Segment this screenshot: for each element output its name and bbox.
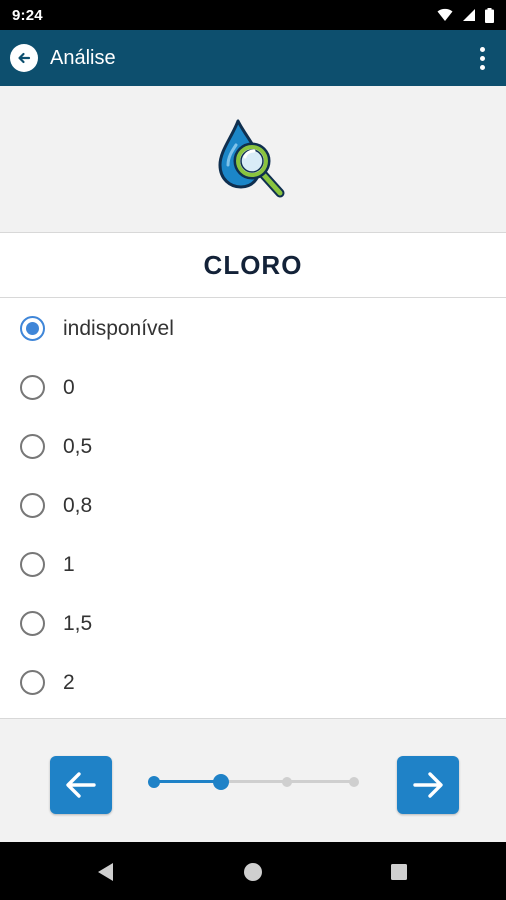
option-2[interactable]: 2 xyxy=(0,653,506,712)
option-label: indisponível xyxy=(63,316,174,340)
radio-button[interactable] xyxy=(20,493,45,518)
triangle-back-icon xyxy=(98,863,113,881)
back-button[interactable] xyxy=(10,44,38,72)
radio-button[interactable] xyxy=(20,611,45,636)
more-vert-icon xyxy=(479,46,485,52)
page-title: Análise xyxy=(50,46,116,69)
options-list: indisponível 0 0,5 0,8 1 1,5 2 xyxy=(0,298,506,718)
system-recents-button[interactable] xyxy=(387,860,411,884)
option-0-8[interactable]: 0,8 xyxy=(0,476,506,535)
option-0[interactable]: 0 xyxy=(0,358,506,417)
next-button[interactable] xyxy=(397,756,459,814)
option-label: 0 xyxy=(63,375,75,399)
water-drop-magnifier-icon xyxy=(218,119,285,198)
progress-step xyxy=(349,776,359,787)
option-label: 0,8 xyxy=(63,493,93,517)
option-1[interactable]: 1 xyxy=(0,535,506,594)
status-icons xyxy=(437,7,494,23)
option-indisponivel[interactable]: indisponível xyxy=(0,299,506,358)
battery-icon xyxy=(485,7,494,23)
arrow-right-icon xyxy=(413,772,443,798)
wifi-icon xyxy=(437,8,453,21)
circle-home-icon xyxy=(244,863,262,881)
arrow-left-icon xyxy=(66,772,96,798)
progress-step-current xyxy=(212,773,229,790)
question-title: CLORO xyxy=(203,249,303,280)
radio-button[interactable] xyxy=(20,552,45,577)
option-1-5[interactable]: 1,5 xyxy=(0,594,506,653)
option-label: 2 xyxy=(63,670,75,694)
system-home-button[interactable] xyxy=(241,860,265,884)
option-label: 0,5 xyxy=(63,434,93,458)
radio-button-selected[interactable] xyxy=(20,316,45,341)
radio-button[interactable] xyxy=(20,670,45,695)
hero-illustration xyxy=(0,86,506,232)
progress-step xyxy=(282,776,293,787)
step-progress xyxy=(148,773,364,790)
option-label: 1,5 xyxy=(63,611,93,635)
system-back-button[interactable] xyxy=(94,860,118,884)
system-navigation-bar xyxy=(0,842,506,900)
cell-signal-icon xyxy=(463,9,475,21)
question-header: CLORO xyxy=(0,232,506,298)
status-bar: 9:24 xyxy=(0,0,506,30)
square-recents-icon xyxy=(391,864,407,880)
option-label: 1 xyxy=(63,552,75,576)
radio-button[interactable] xyxy=(20,434,45,459)
option-0-5[interactable]: 0,5 xyxy=(0,417,506,476)
arrow-left-circle-icon xyxy=(18,52,31,64)
overflow-menu-button[interactable] xyxy=(468,38,496,78)
progress-step xyxy=(148,775,160,788)
app-bar: Análise xyxy=(0,30,506,86)
radio-button[interactable] xyxy=(20,375,45,400)
status-time: 9:24 xyxy=(12,6,43,24)
wizard-footer xyxy=(0,718,506,842)
progress-fill xyxy=(154,780,221,783)
previous-button[interactable] xyxy=(50,756,112,814)
